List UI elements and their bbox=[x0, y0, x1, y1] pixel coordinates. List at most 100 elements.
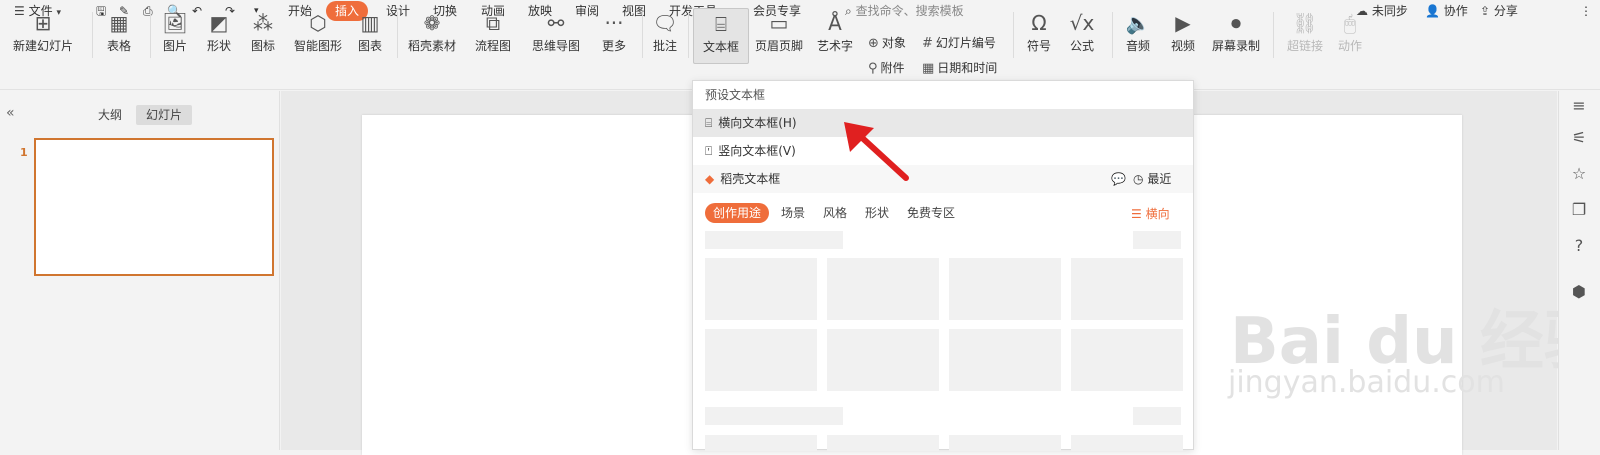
picture-button[interactable]: 🖼 图片 bbox=[156, 8, 194, 64]
template-card[interactable] bbox=[1071, 435, 1183, 451]
object-icon: ⊕ bbox=[868, 36, 879, 51]
icons-icon: ⁂ bbox=[253, 11, 273, 35]
new-slide-button[interactable]: ⊞ 新建幻灯片 bbox=[10, 8, 76, 64]
speaker-icon: 🔈 bbox=[1125, 11, 1151, 35]
video-icon: ▶ bbox=[1175, 11, 1191, 35]
template-card[interactable] bbox=[949, 329, 1061, 391]
cube-icon[interactable]: ⬢ bbox=[1567, 280, 1591, 304]
object-button[interactable]: ⊕ 对象 bbox=[868, 33, 906, 53]
horizontal-textbox-item[interactable]: ⌸ 横向文本框(H) bbox=[693, 109, 1193, 137]
more-button[interactable]: ··· 更多 bbox=[595, 8, 633, 64]
material-button[interactable]: ❁ 稻壳素材 bbox=[405, 8, 459, 64]
table-icon: ▦ bbox=[109, 11, 129, 35]
record-icon: ⏺ bbox=[1231, 11, 1241, 35]
share-icon: ⇪ bbox=[1480, 4, 1491, 18]
comment-button[interactable]: 🗨 批注 bbox=[648, 8, 682, 64]
template-card[interactable] bbox=[705, 435, 817, 451]
category-style[interactable]: 风格 bbox=[815, 203, 855, 223]
tab-outline[interactable]: 大纲 bbox=[88, 105, 132, 125]
wordart-button[interactable]: Å 艺术字 bbox=[811, 8, 859, 64]
help-icon[interactable]: ? bbox=[1567, 234, 1591, 258]
audio-button[interactable]: 🔈 音频 bbox=[1118, 8, 1158, 64]
tab-slides[interactable]: 幻灯片 bbox=[136, 105, 193, 125]
template-card[interactable] bbox=[705, 258, 817, 320]
share-button[interactable]: ⇪ 分享 bbox=[1480, 2, 1518, 20]
paperclip-icon: ⚲ bbox=[868, 61, 878, 76]
chat-icon[interactable]: 💬 bbox=[1111, 165, 1126, 193]
template-card[interactable] bbox=[827, 329, 939, 391]
slide-thumbnail[interactable] bbox=[34, 138, 274, 276]
action-button[interactable]: 🖱 动作 bbox=[1332, 8, 1368, 64]
drag-handle-icon: ≡ bbox=[1572, 96, 1586, 115]
template-card[interactable] bbox=[949, 435, 1061, 451]
divider bbox=[688, 12, 689, 58]
vertical-textbox-icon: ⍞ bbox=[705, 144, 713, 158]
command-search[interactable]: ⌕ 查找命令、搜索模板 bbox=[845, 2, 964, 20]
table-button[interactable]: ▦ 表格 bbox=[100, 8, 138, 64]
symbol-button[interactable]: Ω 符号 bbox=[1020, 8, 1058, 64]
slide-number: 1 bbox=[20, 146, 28, 159]
screen-record-button[interactable]: ⏺ 屏幕录制 bbox=[1209, 8, 1263, 64]
template-card[interactable] bbox=[827, 435, 939, 451]
category-purpose[interactable]: 创作用途 bbox=[705, 203, 770, 223]
formula-icon: √x bbox=[1069, 11, 1095, 35]
collapse-icon[interactable]: « bbox=[6, 105, 15, 121]
comment-icon: 🗨 bbox=[652, 11, 678, 35]
shape-button[interactable]: ◩ 形状 bbox=[200, 8, 238, 64]
print-icon[interactable]: ⎙ bbox=[143, 2, 153, 20]
category-free[interactable]: 免费专区 bbox=[899, 203, 963, 223]
divider bbox=[642, 12, 643, 58]
watermark-url: jingyan.baidu.com bbox=[1228, 365, 1505, 400]
daoke-logo-icon: ◆ bbox=[705, 172, 715, 186]
wordart-icon: Å bbox=[828, 11, 842, 35]
divider bbox=[1273, 12, 1274, 58]
category-scene[interactable]: 场景 bbox=[773, 203, 813, 223]
video-button[interactable]: ▶ 视频 bbox=[1163, 8, 1203, 64]
template-card[interactable] bbox=[1071, 329, 1183, 391]
divider bbox=[397, 12, 398, 58]
textbox-icon: ⌸ bbox=[715, 12, 727, 36]
formula-button[interactable]: √x 公式 bbox=[1063, 8, 1101, 64]
chart-button[interactable]: ▥ 图表 bbox=[351, 8, 389, 64]
hyperlink-button[interactable]: ⛓ 超链接 bbox=[1282, 8, 1328, 64]
shape-icon: ◩ bbox=[209, 11, 229, 35]
mindmap-icon: ⚯ bbox=[547, 11, 565, 35]
template-card[interactable] bbox=[949, 258, 1061, 320]
star-icon[interactable]: ☆ bbox=[1567, 162, 1591, 186]
new-slide-icon: ⊞ bbox=[34, 11, 52, 35]
smartart-button[interactable]: ⬡ 智能图形 bbox=[291, 8, 345, 64]
mindmap-button[interactable]: ⚯ 思维导图 bbox=[527, 8, 585, 64]
user-plus-icon: 👤 bbox=[1425, 4, 1440, 18]
slide-number-button[interactable]: # 幻灯片编号 bbox=[922, 33, 996, 53]
header-footer-button[interactable]: ▭ 页眉页脚 bbox=[753, 8, 805, 64]
calendar-icon: ▦ bbox=[922, 61, 935, 76]
flowchart-button[interactable]: ⧉ 流程图 bbox=[470, 8, 516, 64]
orientation-toggle[interactable]: ☰ 横向 bbox=[1131, 205, 1170, 222]
copy-icon[interactable]: ❐ bbox=[1567, 198, 1591, 222]
preset-section-title: 预设文本框 bbox=[705, 88, 766, 102]
settings-sliders-icon[interactable]: ⚟ bbox=[1567, 126, 1591, 150]
template-card[interactable] bbox=[1071, 258, 1183, 320]
bar-chart-icon: ▥ bbox=[360, 11, 380, 35]
omega-icon: Ω bbox=[1031, 11, 1047, 35]
clock-icon: ◷ bbox=[1133, 172, 1144, 186]
recent-button[interactable]: ◷ 最近 bbox=[1133, 165, 1171, 193]
link-icon: ⛓ bbox=[1292, 11, 1318, 35]
slide-number-icon: # bbox=[922, 36, 933, 51]
template-card[interactable] bbox=[705, 329, 817, 391]
template-card[interactable] bbox=[827, 258, 939, 320]
vertical-textbox-item[interactable]: ⍞ 竖向文本框(V) bbox=[693, 137, 1193, 165]
divider bbox=[1013, 12, 1014, 58]
textbox-dropdown: 预设文本框 ⌸ 横向文本框(H) ⍞ 竖向文本框(V) ◆ 稻壳文本框 💬 ◷ 最近 … bbox=[692, 80, 1194, 451]
material-icon: ❁ bbox=[423, 11, 441, 35]
loading-placeholder bbox=[1133, 407, 1181, 425]
collab-button[interactable]: 👤 协作 bbox=[1425, 2, 1468, 20]
attachment-button[interactable]: ⚲ 附件 bbox=[868, 58, 905, 78]
textbox-button[interactable]: ⌸ 文本框 bbox=[693, 8, 749, 64]
loading-placeholder bbox=[705, 407, 843, 425]
category-shape[interactable]: 形状 bbox=[857, 203, 897, 223]
more-icon[interactable]: ⋮ bbox=[1580, 2, 1592, 20]
datetime-button[interactable]: ▦ 日期和时间 bbox=[922, 58, 997, 78]
icon-button[interactable]: ⁂ 图标 bbox=[244, 8, 282, 64]
header-footer-icon: ▭ bbox=[769, 11, 789, 35]
